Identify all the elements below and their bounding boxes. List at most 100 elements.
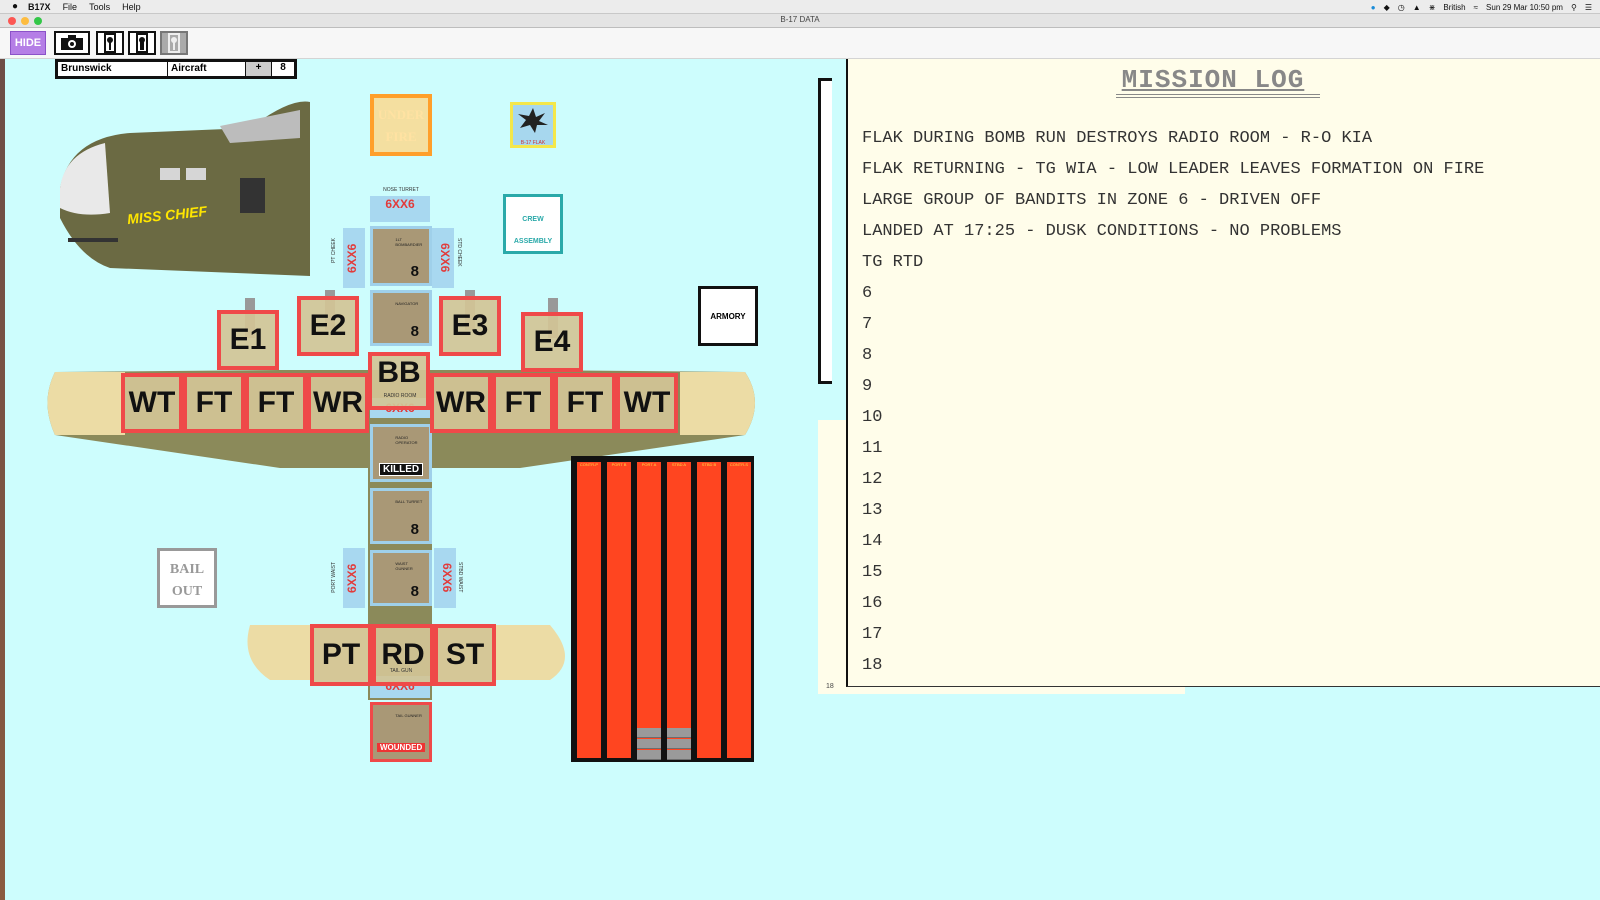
pt-cheek-ammo[interactable]: 6XX6 <box>343 228 365 288</box>
wing-box-wt-stbd[interactable]: WT <box>616 373 678 433</box>
under-fire-line2: FIRE <box>385 129 417 144</box>
count-field: 8 <box>280 62 286 73</box>
clock-label[interactable]: Sun 29 Mar 10:50 pm <box>1486 3 1563 12</box>
crew-card-waist-gunner[interactable]: WAIST GUNNER 8 <box>370 550 432 606</box>
bomb-bay-label: STBD B <box>701 462 717 467</box>
app-menu[interactable]: B17X <box>28 2 51 12</box>
location-bar: Brunswick Aircraft + 8 <box>55 59 297 79</box>
engine-box-e4[interactable]: E4 <box>521 312 583 372</box>
time-machine-icon[interactable]: ◷ <box>1398 3 1405 12</box>
apple-icon[interactable]: ● <box>12 1 18 12</box>
toolbar: HIDE <box>0 28 1600 59</box>
log-line: 11 <box>862 439 883 458</box>
log-line: 6 <box>862 284 873 303</box>
camera-button[interactable] <box>54 31 90 55</box>
bomb-bay-column[interactable]: PORT B <box>607 462 631 758</box>
log-line: 17 <box>862 625 883 644</box>
log-line: 10 <box>862 408 883 427</box>
stbd-waist-label: STBD WAIST <box>457 562 463 593</box>
wing-box-wt-port[interactable]: WT <box>121 373 183 433</box>
wing-box-bb[interactable]: BB <box>368 352 430 410</box>
wing-box-ft-port-outer[interactable]: FT <box>183 373 245 433</box>
bomb-bay-column[interactable]: CONTR-S <box>727 462 751 758</box>
bomb-bay-label: STBD A <box>671 462 687 467</box>
log-side-strip <box>818 78 832 384</box>
wing-box-ft-stbd-outer[interactable]: FT <box>554 373 616 433</box>
crew-skill: 8 <box>410 521 419 538</box>
spotlight-icon[interactable]: ⚲ <box>1571 3 1577 12</box>
wing-box-ft-port-inner[interactable]: FT <box>245 373 307 433</box>
bomb-slot-marker <box>637 739 661 749</box>
crew-assembly-marker[interactable]: CREW ASSEMBLY <box>503 194 563 254</box>
status-area: ● ◆ ◷ ▲ ⋇ British ≈ Sun 29 Mar 10:50 pm … <box>1371 0 1592 14</box>
bluetooth-icon[interactable]: ⋇ <box>1429 3 1436 12</box>
nose-ammo[interactable]: 6XX6 <box>370 196 430 222</box>
dropbox-icon[interactable]: ◆ <box>1384 3 1390 12</box>
log-line: 7 <box>862 315 873 334</box>
engine-box-e1[interactable]: E1 <box>217 310 279 370</box>
crew-role: RADIO OPERATOR <box>395 435 418 445</box>
crew-card-radio-operator[interactable]: RADIO OPERATOR KILLED <box>370 424 432 482</box>
crew-role: 1LT BOMBARDIER <box>395 237 423 247</box>
bomb-slot-marker <box>667 750 691 760</box>
tool-icon-2 <box>136 33 148 53</box>
tail-gun-label: TAIL GUN <box>389 668 413 674</box>
mission-log-title: MISSION LOG <box>1121 65 1305 95</box>
bomb-bay-column[interactable]: STBD B <box>697 462 721 758</box>
bomb-bay-column[interactable]: STBD A <box>667 462 691 760</box>
log-line: 14 <box>862 532 883 551</box>
menu-bar: ● B17X File Tools Help ● ◆ ◷ ▲ ⋇ British… <box>0 0 1600 14</box>
engine-box-e3[interactable]: E3 <box>439 296 501 356</box>
bomb-bay-label: PORT B <box>611 462 627 467</box>
base-field[interactable]: Brunswick <box>58 62 168 76</box>
add-button[interactable]: + <box>246 62 272 76</box>
bomb-bay-column[interactable]: PORT A <box>637 462 661 760</box>
volume-icon[interactable]: ▲ <box>1413 3 1421 12</box>
log-line: 13 <box>862 501 883 520</box>
tool-button-2[interactable] <box>128 31 156 55</box>
stbd-cheek-ammo[interactable]: 6XX6 <box>432 228 454 288</box>
tail-box-pt[interactable]: PT <box>310 624 372 686</box>
stbd-waist-ammo[interactable]: 6XX6 <box>434 548 456 608</box>
twitter-icon[interactable]: ● <box>1371 3 1376 12</box>
port-waist-ammo[interactable]: 6XX6 <box>343 548 365 608</box>
crew-role: TAIL GUNNER <box>395 713 422 718</box>
log-line: FLAK RETURNING - TG WIA - LOW LEADER LEA… <box>862 160 1485 179</box>
notification-icon[interactable]: ☰ <box>1585 3 1592 12</box>
crew-card-bombardier[interactable]: 1LT BOMBARDIER 8 <box>370 226 432 286</box>
log-line: FLAK DURING BOMB RUN DESTROYS RADIO ROOM… <box>862 129 1373 148</box>
log-line: TG RTD <box>862 253 924 272</box>
crew-card-ball-turret[interactable]: BALL TURRET 8 <box>370 488 432 544</box>
help-menu[interactable]: Help <box>122 2 141 12</box>
hide-button[interactable]: HIDE <box>10 31 46 55</box>
tail-box-rd[interactable]: RD <box>372 624 434 686</box>
input-source-label[interactable]: British <box>1443 3 1465 12</box>
crew-card-tail-gunner[interactable]: TAIL GUNNER WOUNDED <box>370 702 432 762</box>
tool-button-3[interactable] <box>160 31 188 55</box>
under-fire-marker[interactable]: UNDER FIRE <box>370 94 432 156</box>
bomb-bay-column[interactable]: CONTR-P <box>577 462 601 758</box>
camera-icon <box>61 35 83 50</box>
target-field[interactable]: Aircraft <box>168 62 246 76</box>
tools-menu[interactable]: Tools <box>89 2 110 12</box>
wing-box-ft-stbd-inner[interactable]: FT <box>492 373 554 433</box>
flak-burst-icon <box>518 108 548 133</box>
bomb-slot-marker <box>637 750 661 760</box>
file-menu[interactable]: File <box>63 2 78 12</box>
tail-box-st[interactable]: ST <box>434 624 496 686</box>
wing-box-wr-port[interactable]: WR <box>307 373 369 433</box>
log-line: 16 <box>862 594 883 613</box>
crew-skill: 8 <box>410 263 419 280</box>
tool-button-1[interactable] <box>96 31 124 55</box>
bomb-bay-label: CONTR-S <box>729 462 749 467</box>
flak-marker[interactable]: B-17 FLAK <box>510 102 556 148</box>
mission-log-panel[interactable]: MISSION LOG FLAK DURING BOMB RUN DESTROY… <box>846 59 1600 687</box>
wifi-icon[interactable]: ≈ <box>1474 3 1478 12</box>
log-line: 18 <box>862 656 883 675</box>
log-line: 12 <box>862 470 883 489</box>
crew-role: WAIST GUNNER <box>395 561 413 571</box>
engine-box-e2[interactable]: E2 <box>297 296 359 356</box>
wing-box-wr-stbd[interactable]: WR <box>430 373 492 433</box>
crew-card-navigator[interactable]: NAVIGATOR 8 <box>370 290 432 346</box>
mission-log-title-rule <box>1116 94 1320 98</box>
